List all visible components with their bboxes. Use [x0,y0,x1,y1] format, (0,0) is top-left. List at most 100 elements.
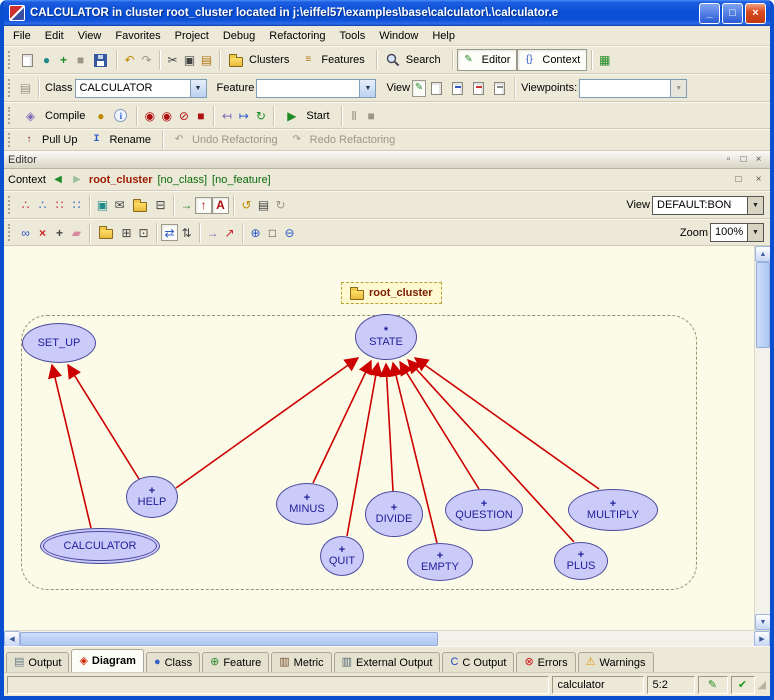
flat-view-button[interactable] [447,77,468,99]
clickable-view-button[interactable] [468,77,489,99]
update-icon[interactable]: ↻ [252,107,269,124]
edit-view-icon[interactable]: ✎ [412,80,426,97]
clusters-button[interactable]: Clusters [224,49,296,71]
menu-item-favorites[interactable]: Favorites [108,28,167,44]
finalize-icon[interactable]: ↤ [218,107,235,124]
ancestor-links-icon[interactable]: ∷ [51,197,68,214]
combo-arrow-icon[interactable]: ▼ [190,80,206,97]
save-button[interactable] [89,49,112,71]
diagram-redo-icon[interactable]: ↻ [272,197,289,214]
delete-icon[interactable]: × [34,224,51,241]
viewpoints-combobox[interactable]: ▼ [579,79,687,98]
scroll-left-icon[interactable]: ◀ [4,631,20,647]
diagram-canvas[interactable]: root_cluster SET_UP*STATE+HELPCALCULATOR… [4,246,754,630]
menu-item-edit[interactable]: Edit [38,28,71,44]
eraser-icon[interactable]: ▰ [68,224,85,241]
client-link-icon[interactable]: → [204,224,221,241]
redo-refactoring-button[interactable]: ↷ Redo Refactoring [285,129,403,151]
class-node-divide[interactable]: +DIVIDE [365,491,423,537]
menu-item-debug[interactable]: Debug [216,28,262,44]
combo-arrow-icon[interactable]: ▼ [747,197,763,214]
scroll-right-icon[interactable]: ▶ [754,631,770,647]
send-to-icon[interactable]: ▤ [17,80,34,97]
close-icon[interactable]: × [751,153,766,167]
descendant-links-icon[interactable]: ∷ [68,197,85,214]
export-image-icon[interactable]: ▣ [94,197,111,214]
tab-metric[interactable]: ▥Metric [271,652,331,672]
class-node-help[interactable]: +HELP [126,476,178,518]
ctx-close-icon[interactable]: × [751,173,766,187]
class-node-plus[interactable]: +PLUS [554,542,608,580]
zoom-out-icon[interactable]: ⊖ [281,224,298,241]
toolbar-grip[interactable] [8,79,13,97]
search-button[interactable]: Search [381,49,448,71]
interface-view-button[interactable] [489,77,510,99]
toolbar-grip[interactable] [8,196,13,214]
editor-pane-header[interactable]: Editor ▫ □ × [4,151,770,169]
new-document-button[interactable] [17,49,38,71]
class-node-set_up[interactable]: SET_UP [22,323,96,363]
ignore-contracts-icon[interactable]: ⊘ [175,107,192,124]
cluster-links-icon[interactable]: ∴ [34,197,51,214]
cut-icon[interactable]: ✂ [164,52,181,69]
menu-item-tools[interactable]: Tools [333,28,373,44]
sort-icon[interactable]: ⇅ [178,224,195,241]
ctx-maximize-icon[interactable]: □ [731,173,746,187]
close-button[interactable]: × [745,3,766,24]
anchor-icon[interactable]: + [51,224,68,241]
maximize-icon[interactable]: □ [736,153,751,167]
force-layout-icon[interactable]: ∞ [17,224,34,241]
horizontal-scroll-thumb[interactable] [20,632,438,646]
editor-toggle[interactable]: ✎ Editor [457,49,518,71]
redo-icon[interactable]: ↷ [138,52,155,69]
freeze-icon[interactable]: ● [92,107,109,124]
class-node-minus[interactable]: +MINUS [276,483,338,525]
compile-button[interactable]: ◈ Compile [17,105,92,127]
shell-icon[interactable]: ● [38,52,55,69]
tab-feature[interactable]: ⊕Feature [202,652,269,672]
class-node-empty[interactable]: +EMPTY [407,543,473,581]
stop-application-icon[interactable]: ■ [192,107,209,124]
fit-icon[interactable]: ⊡ [135,224,152,241]
toolbar-grip[interactable] [8,224,13,242]
pull-up-button[interactable]: ↑ Pull Up [17,129,84,151]
scroll-up-icon[interactable]: ▲ [755,246,771,262]
menu-item-file[interactable]: File [6,28,38,44]
two-way-links-icon[interactable]: ⇄ [161,224,178,241]
labels-icon[interactable]: A [212,197,229,214]
tab-class[interactable]: ●Class [146,652,200,672]
tab-errors[interactable]: ⊗Errors [516,652,575,672]
rename-button[interactable]: I Rename [84,129,158,151]
new-cluster-button[interactable] [94,222,118,244]
cluster-view-button[interactable] [128,194,152,216]
context-toggle[interactable]: {} Context [517,49,587,71]
zoom-area-icon[interactable]: □ [264,224,281,241]
context-cluster[interactable]: root_cluster [89,174,153,186]
external-commands-icon[interactable]: ▦ [596,52,613,69]
debug-interrupt-icon[interactable]: ◉ [158,107,175,124]
toolbar-grip[interactable] [8,107,13,125]
go-icon[interactable]: → [178,197,195,214]
diagram-list-icon[interactable]: ▤ [255,197,272,214]
zoom-in-icon[interactable]: ⊕ [247,224,264,241]
tab-external-output[interactable]: ▥External Output [334,652,441,672]
title-bar[interactable]: CALCULATOR in cluster root_cluster locat… [4,0,770,26]
menu-item-help[interactable]: Help [425,28,462,44]
combo-arrow-icon[interactable]: ▼ [747,224,763,241]
tab-warnings[interactable]: ⚠Warnings [578,652,654,672]
class-node-quit[interactable]: +QUIT [320,536,364,576]
paste-icon[interactable]: ▤ [198,52,215,69]
profile-icon[interactable]: ■ [72,52,89,69]
add-class-icon[interactable]: + [55,52,72,69]
menu-item-view[interactable]: View [71,28,109,44]
melt-icon[interactable]: ↦ [235,107,252,124]
tab-diagram[interactable]: ◈Diagram [71,649,144,672]
class-node-state[interactable]: *STATE [355,314,417,360]
history-up-icon[interactable]: ↑ [195,197,212,214]
toolbar-grip[interactable] [8,51,13,69]
undock-icon[interactable]: ▫ [721,153,736,167]
feature-combobox[interactable]: ▼ [256,79,376,98]
forward-icon[interactable]: ▶ [70,171,84,188]
toolbar-grip[interactable] [8,133,13,147]
class-node-multiply[interactable]: +MULTIPLY [568,489,658,531]
